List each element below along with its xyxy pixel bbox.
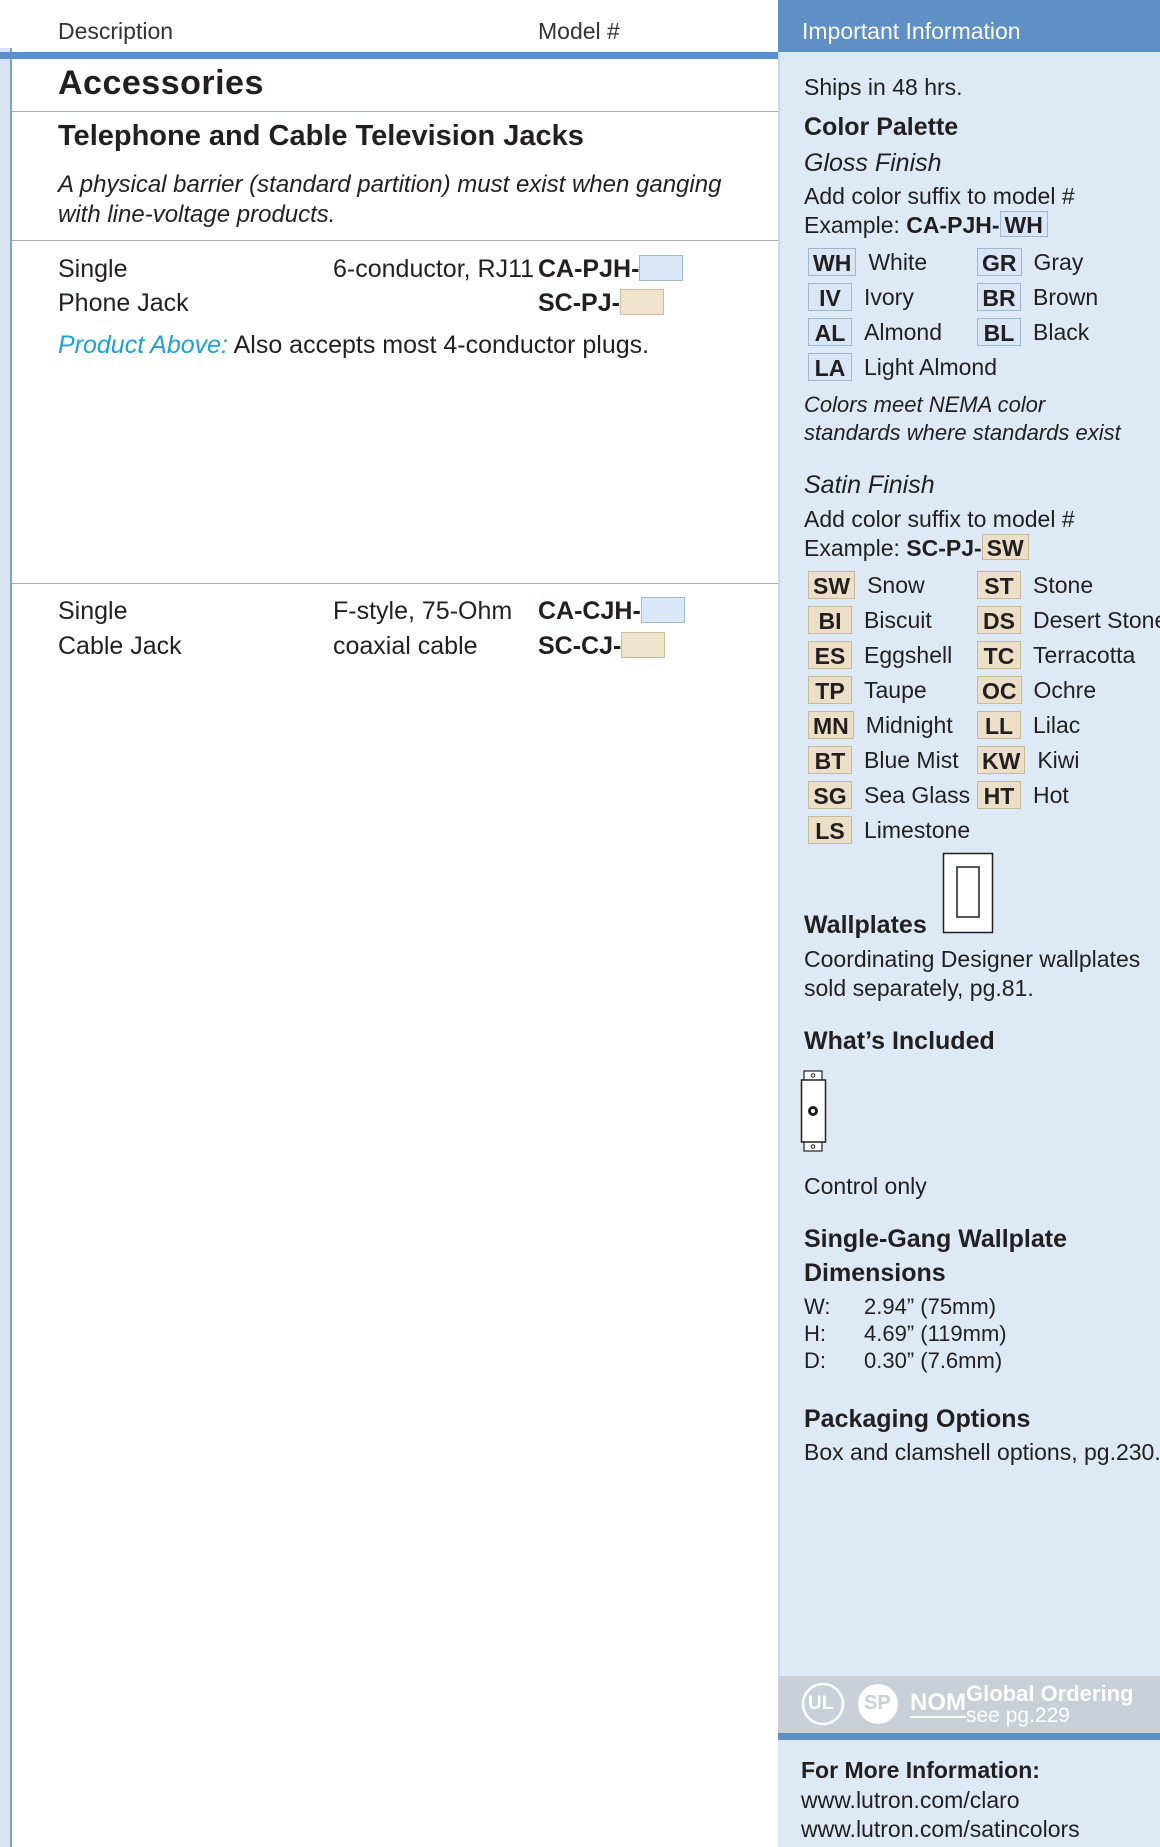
color-option: DS Desert Stone: [977, 606, 1160, 634]
whats-included-title: What’s Included: [804, 1027, 995, 1055]
color-option: ST Stone: [977, 571, 1093, 599]
product-note-text: Also accepts most 4-conductor plugs.: [233, 331, 650, 359]
color-option: GR Gray: [977, 248, 1083, 276]
ships-note: Ships in 48 hrs.: [804, 74, 963, 100]
color-option: ES Eggshell: [808, 641, 952, 669]
color-option: BR Brown: [977, 283, 1098, 311]
satin-instruction: Add color suffix to model #: [804, 506, 1075, 532]
model-number-gloss: CA-PJH-: [538, 252, 684, 287]
gloss-instruction: Add color suffix to model #: [804, 183, 1075, 209]
dimension-label: D:: [804, 1348, 826, 1373]
footer-rule: [778, 1733, 1160, 1740]
product-spec: 6-conductor, RJ11: [333, 255, 535, 283]
color-option: LS Limestone: [808, 816, 970, 844]
product-divider-2: [12, 583, 778, 584]
more-info-link-satincolors[interactable]: www.lutron.com/satincolors: [801, 1815, 1080, 1844]
gloss-finish-title: Gloss Finish: [804, 149, 942, 177]
global-ordering-page: see pg.229: [966, 1704, 1070, 1727]
color-option: WH White: [808, 248, 927, 276]
dimension-value: 0.30” (7.6mm): [864, 1348, 1003, 1373]
left-margin-strip: [0, 48, 12, 1847]
color-option: BL Black: [977, 318, 1089, 346]
color-option: SG Sea Glass: [808, 781, 970, 809]
dimensions-title-line1: Single-Gang Wallplate: [804, 1225, 1067, 1253]
csa-mark-text: SP: [864, 1692, 891, 1714]
product-note-label: Product Above:: [58, 331, 229, 359]
example-suffix-chip: WH: [999, 211, 1048, 238]
partition-note-line1: A physical barrier (standard partition) …: [58, 171, 722, 198]
product-name: Single: [58, 597, 128, 625]
product-name: Phone Jack: [58, 289, 189, 317]
wallplates-line2: sold separately, pg.81.: [804, 975, 1034, 1001]
color-option: AL Almond: [808, 318, 942, 346]
gloss-color-swatch: [639, 255, 684, 281]
color-palette-title: Color Palette: [804, 113, 959, 141]
nema-note-line1: Colors meet NEMA color: [804, 392, 1046, 417]
color-option: TP Taupe: [808, 676, 927, 704]
section-title: Accessories: [58, 64, 264, 102]
product-name: Single: [58, 255, 128, 283]
product-name: Cable Jack: [58, 632, 182, 660]
info-sidebar-title: Important Information: [802, 18, 1021, 44]
product-spec: F-style, 75-Ohm: [333, 597, 513, 625]
packaging-text: Box and clamshell options, pg.230.: [804, 1439, 1160, 1465]
color-option: IV Ivory: [808, 283, 914, 311]
satin-example: Example: SC-PJ- SW: [804, 534, 1029, 563]
packaging-title: Packaging Options: [804, 1405, 1031, 1433]
satin-finish-title: Satin Finish: [804, 471, 935, 499]
subsection-title: Telephone and Cable Television Jacks: [58, 120, 584, 152]
color-option: BI Biscuit: [808, 606, 932, 634]
jack-device-icon: [800, 1070, 830, 1157]
partition-note-line2: with line-voltage products.: [58, 201, 336, 228]
satin-color-swatch: [619, 289, 664, 315]
wallplates-title: Wallplates: [804, 911, 927, 939]
ul-mark-text: UL: [808, 1693, 834, 1714]
dimension-value: 4.69” (119mm): [864, 1321, 1007, 1346]
nom-mark: NOM: [910, 1689, 966, 1718]
model-number-satin: SC-PJ-: [538, 286, 664, 321]
color-option: BT Blue Mist: [808, 746, 959, 774]
model-number-satin: SC-CJ-: [538, 629, 666, 664]
dimensions-title-line2: Dimensions: [804, 1259, 946, 1287]
satin-color-swatch: [621, 632, 666, 658]
description-column-header: Description: [58, 18, 174, 44]
dimension-label: W:: [804, 1294, 831, 1319]
model-column-header: Model #: [538, 18, 620, 44]
color-option: OC Ochre: [977, 676, 1096, 704]
section-divider: [12, 111, 778, 112]
header-rule: [0, 52, 778, 59]
product-spec: coaxial cable: [333, 632, 478, 660]
color-option: LA Light Almond: [808, 353, 997, 381]
more-info-link-claro[interactable]: www.lutron.com/claro: [801, 1786, 1020, 1815]
included-caption: Control only: [804, 1173, 927, 1199]
color-option: HT Hot: [977, 781, 1069, 809]
product-divider-1: [12, 240, 778, 241]
wallplates-line1: Coordinating Designer wallplates: [804, 946, 1141, 972]
example-suffix-chip: SW: [981, 534, 1029, 561]
model-number-gloss: CA-CJH-: [538, 594, 685, 629]
left-margin-top: [0, 0, 10, 48]
gloss-example: Example: CA-PJH- WH: [804, 211, 1048, 240]
nema-note-line2: standards where standards exist: [804, 420, 1121, 445]
color-option: SW Snow: [808, 571, 925, 599]
product-note: Product Above: Also accepts most 4-condu…: [58, 328, 649, 363]
wallplate-icon: [942, 852, 994, 939]
more-info-title: For More Information:: [801, 1757, 1040, 1783]
dimension-label: H:: [804, 1321, 826, 1346]
color-option: LL Lilac: [977, 711, 1080, 739]
color-option: KW Kiwi: [977, 746, 1080, 774]
dimension-value: 2.94” (75mm): [864, 1294, 997, 1319]
color-option: TC Terracotta: [977, 641, 1135, 669]
gloss-color-swatch: [640, 597, 685, 623]
color-option: MN Midnight: [808, 711, 953, 739]
